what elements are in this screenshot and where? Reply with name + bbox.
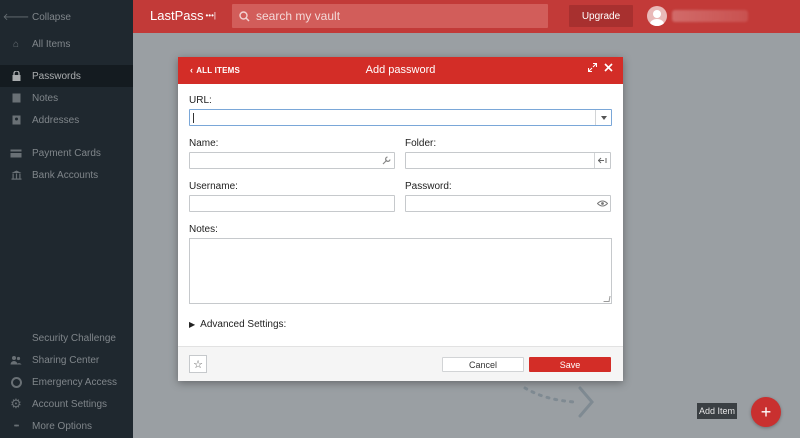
sidebar-item-label: Security Challenge	[32, 332, 116, 344]
sidebar-item-label: Payment Cards	[32, 147, 101, 159]
sidebar-item-label: All Items	[32, 38, 71, 50]
folder-field[interactable]	[405, 152, 611, 169]
add-item-button[interactable]: +	[751, 397, 781, 427]
life-ring-icon	[10, 376, 22, 388]
sidebar-item-passwords[interactable]: Passwords	[0, 65, 133, 87]
sidebar-item-emergency-access[interactable]: Emergency Access	[0, 371, 133, 393]
folder-input[interactable]	[406, 153, 610, 168]
dialog-footer: ☆ Cancel Save	[178, 346, 623, 381]
arrow-left-icon: 🡐	[2, 12, 30, 23]
url-dropdown-icon[interactable]	[595, 110, 611, 125]
username-field[interactable]	[189, 195, 395, 212]
search-icon	[232, 10, 256, 22]
sidebar-item-more-options[interactable]: ••• More Options	[0, 415, 133, 437]
sidebar-item-account-settings[interactable]: ⚙ Account Settings	[0, 393, 133, 415]
notes-label: Notes:	[189, 224, 218, 235]
password-label: Password:	[405, 181, 452, 192]
sidebar-item-label: More Options	[32, 420, 93, 432]
sidebar-item-label: Notes	[32, 92, 59, 104]
avatar[interactable]	[647, 6, 667, 26]
name-input[interactable]	[190, 153, 394, 168]
text-caret	[193, 113, 194, 123]
password-input[interactable]	[406, 196, 610, 211]
sidebar-item-addresses[interactable]: Addresses	[0, 109, 133, 131]
folder-label: Folder:	[405, 138, 437, 149]
password-field[interactable]	[405, 195, 611, 212]
folder-add-icon[interactable]	[594, 153, 610, 168]
sidebar-item-payment-cards[interactable]: Payment Cards	[0, 142, 133, 164]
sidebar-item-label: Account Settings	[32, 398, 108, 410]
sidebar-item-bank-accounts[interactable]: Bank Accounts	[0, 164, 133, 186]
address-card-icon	[10, 114, 22, 126]
eye-icon[interactable]	[594, 196, 610, 211]
sidebar-item-label: Sharing Center	[32, 354, 100, 366]
sidebar-item-security-challenge[interactable]: Security Challenge	[0, 327, 133, 349]
add-item-tooltip: Add Item	[697, 403, 737, 419]
people-icon	[10, 354, 22, 366]
search-bar[interactable]	[232, 4, 548, 28]
sidebar-item-label: Collapse	[32, 11, 71, 23]
resize-grip-icon[interactable]	[603, 296, 611, 302]
sidebar-item-sharing-center[interactable]: Sharing Center	[0, 349, 133, 371]
url-field[interactable]	[189, 109, 612, 126]
sidebar-item-notes[interactable]: Notes	[0, 87, 133, 109]
add-password-dialog: ‹ ALL ITEMS Add password URL: Name: Fold…	[178, 57, 623, 381]
favorite-button[interactable]: ☆	[189, 355, 207, 373]
sidebar-item-label: Passwords	[32, 70, 81, 82]
search-input[interactable]	[256, 9, 536, 23]
caret-right-icon: ▶	[189, 320, 196, 329]
brand-dots: •••|	[205, 11, 216, 20]
sidebar-item-label: Emergency Access	[32, 376, 118, 388]
advanced-settings-label: Advanced Settings:	[200, 319, 287, 330]
lock-icon	[10, 70, 22, 82]
notes-textarea[interactable]	[190, 239, 611, 303]
name-label: Name:	[189, 138, 219, 149]
save-button[interactable]: Save	[529, 357, 611, 372]
shield-icon	[10, 332, 22, 344]
dialog-header: ‹ ALL ITEMS Add password	[178, 57, 623, 84]
cancel-button[interactable]: Cancel	[442, 357, 524, 372]
url-label: URL:	[189, 95, 212, 106]
note-icon	[10, 92, 22, 104]
bank-icon	[10, 169, 22, 181]
username-input[interactable]	[190, 196, 394, 211]
lastpass-logo[interactable]: LastPass •••|	[150, 8, 216, 23]
name-field[interactable]	[189, 152, 395, 169]
sidebar-item-label: Addresses	[32, 114, 80, 126]
dialog-title: Add password	[365, 64, 436, 76]
close-icon[interactable]	[604, 63, 613, 75]
sidebar-item-collapse[interactable]: 🡐 Collapse	[0, 6, 133, 28]
wrench-icon[interactable]	[378, 153, 394, 168]
gear-icon: ⚙	[10, 396, 22, 411]
upgrade-button[interactable]: Upgrade	[569, 5, 633, 27]
url-input[interactable]	[190, 110, 611, 125]
sidebar-item-all-items[interactable]: ⌂ All Items	[0, 33, 133, 55]
notes-field[interactable]	[189, 238, 612, 304]
sidebar-item-label: Bank Accounts	[32, 169, 99, 181]
add-item-hint-arrow	[523, 386, 594, 418]
username-label: Username:	[189, 181, 238, 192]
brand-name: LastPass	[150, 8, 204, 23]
sidebar: 🡐 Collapse ⌂ All Items Passwords Notes A…	[0, 0, 133, 438]
home-icon: ⌂	[12, 38, 20, 50]
account-name-blurred[interactable]	[672, 10, 748, 22]
advanced-settings-toggle[interactable]: ▶ Advanced Settings:	[189, 319, 286, 330]
ellipsis-icon: •••	[13, 422, 19, 430]
credit-card-icon	[10, 147, 22, 159]
star-icon: ☆	[193, 358, 203, 371]
expand-icon[interactable]	[587, 62, 598, 75]
